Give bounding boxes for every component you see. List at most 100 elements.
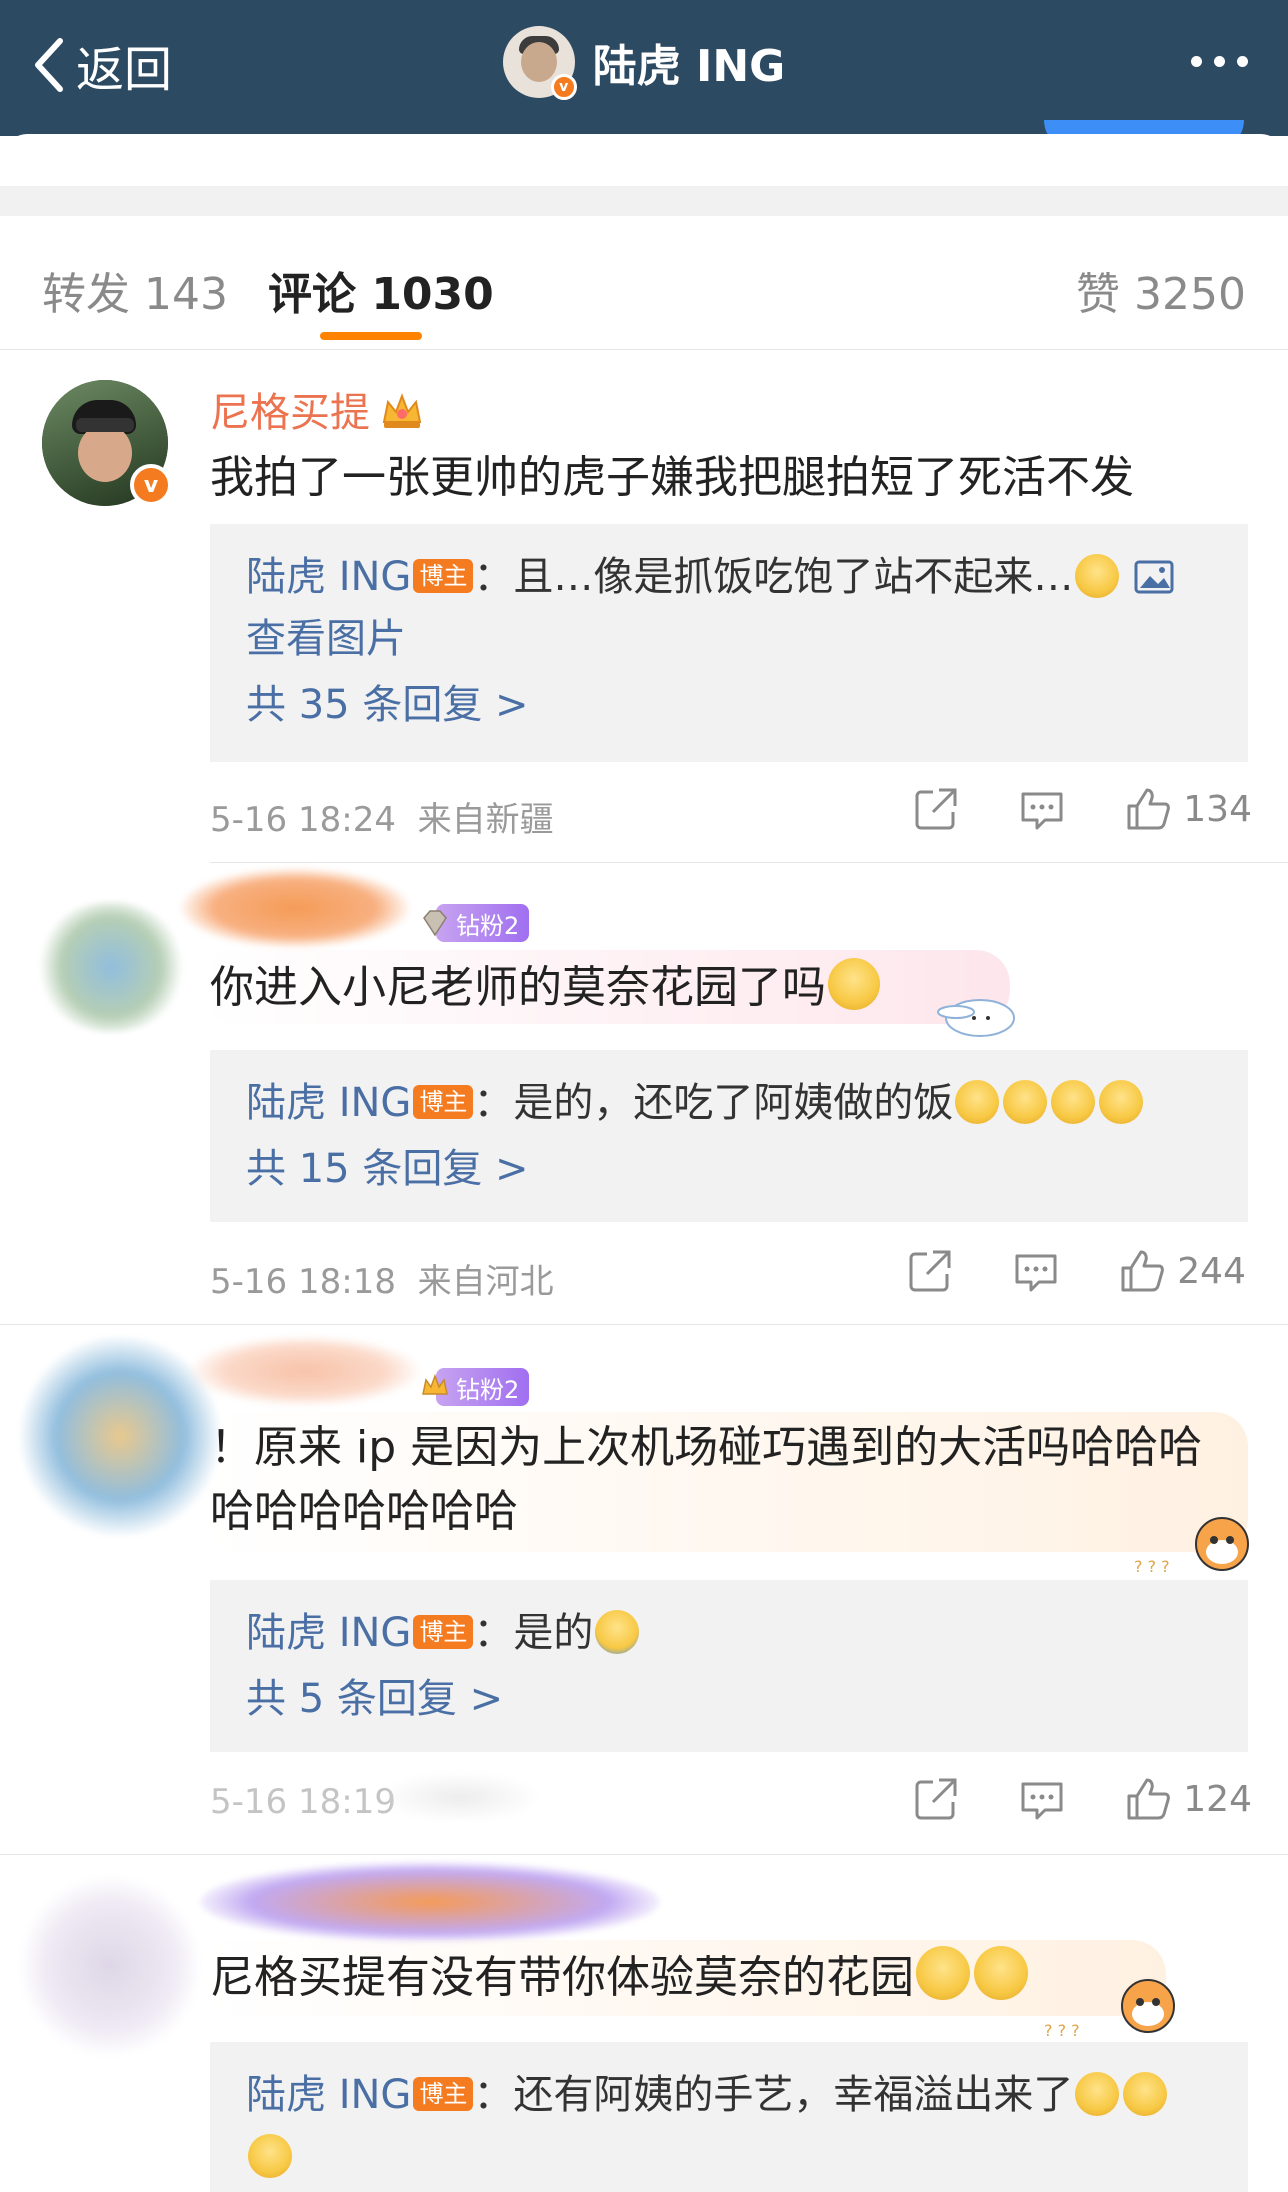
dizzy-emoji-icon bbox=[1051, 1080, 1096, 1124]
blogger-badge: 博主 bbox=[413, 1615, 474, 1649]
divider bbox=[210, 862, 1288, 863]
dizzy-emoji-icon bbox=[1003, 1080, 1048, 1124]
sunflower-emoji-icon bbox=[248, 2134, 292, 2178]
divider bbox=[0, 1324, 1288, 1325]
comment-text: 你进入小尼老师的莫奈花园了吗 bbox=[210, 956, 882, 1020]
verified-icon: v bbox=[550, 74, 577, 100]
comment-text: 尼格买提有没有带你体验莫奈的花园 bbox=[210, 1946, 1030, 2010]
share-button[interactable] bbox=[913, 1776, 959, 1822]
dizzy-emoji-icon bbox=[1075, 554, 1120, 598]
verified-icon: v bbox=[130, 464, 172, 506]
reply-author[interactable]: 陆虎 ING bbox=[246, 2072, 411, 2118]
thumbs-up-icon bbox=[1121, 1250, 1165, 1292]
svg-text:? ? ?: ? ? ? bbox=[1134, 1557, 1170, 1576]
redacted-nickname bbox=[180, 868, 410, 948]
like-button[interactable]: 124 bbox=[1125, 1776, 1252, 1822]
blogger-badge: 博主 bbox=[413, 2077, 474, 2111]
comment-meta: 5-16 18:19 bbox=[210, 1782, 396, 1822]
comment-location: 来自新疆 bbox=[417, 800, 554, 840]
dizzy-emoji-icon bbox=[955, 1080, 1000, 1124]
fan-level-badge: 钻粉2 bbox=[423, 904, 530, 942]
blogger-badge: 博主 bbox=[413, 559, 474, 593]
sunflower-emoji-icon bbox=[1123, 2072, 1168, 2116]
tiger-sticker-icon: ? ? ? bbox=[1044, 1979, 1175, 2040]
share-button[interactable] bbox=[907, 1248, 953, 1294]
reply-text: ：还有阿姨的手艺，幸福溢出来了 bbox=[473, 2072, 1074, 2118]
like-button[interactable]: 134 bbox=[1125, 786, 1252, 832]
eating-emoji-icon bbox=[974, 1946, 1028, 2000]
share-icon bbox=[915, 1778, 957, 1820]
more-options-button[interactable] bbox=[1191, 56, 1248, 67]
redacted-location bbox=[380, 1772, 540, 1822]
comment-actions: 134 bbox=[853, 786, 1252, 832]
gem-icon bbox=[423, 910, 447, 937]
tab-repost[interactable]: 转发 143 bbox=[42, 258, 228, 322]
comment-time: 5-16 18:24 bbox=[210, 800, 396, 840]
avatar[interactable] bbox=[36, 902, 186, 1032]
share-icon bbox=[915, 788, 957, 830]
tab-comment[interactable]: 评论 1030 bbox=[268, 258, 494, 322]
eating-emoji-icon bbox=[916, 1946, 970, 2000]
tiger-sticker-icon: ? ? ? bbox=[1134, 1517, 1249, 1576]
like-button[interactable]: 244 bbox=[1119, 1248, 1246, 1294]
crown-icon bbox=[422, 1373, 448, 1395]
surprised-emoji-icon bbox=[828, 958, 880, 1010]
comment-nickname[interactable]: 尼格买提 bbox=[210, 380, 424, 438]
comment-time: 5-16 18:18 bbox=[210, 1262, 396, 1302]
more-replies-link[interactable]: 共 15 条回复 > bbox=[246, 1134, 1212, 1204]
thumbs-up-icon bbox=[1127, 1778, 1171, 1820]
avatar[interactable]: v bbox=[42, 380, 172, 506]
reply-author[interactable]: 陆虎 ING bbox=[246, 1610, 411, 1656]
svg-text:? ? ?: ? ? ? bbox=[1044, 2021, 1080, 2040]
interaction-tabs: 转发 143 评论 1030 赞 3250 bbox=[0, 216, 1288, 350]
share-icon bbox=[909, 1250, 951, 1292]
image-icon bbox=[1134, 560, 1174, 594]
comment-icon bbox=[1021, 1782, 1063, 1820]
comment-meta: 5-16 18:18 来自河北 bbox=[210, 1254, 554, 1303]
comment-location: 来自河北 bbox=[417, 1262, 554, 1302]
post-card-bottom bbox=[0, 134, 1288, 184]
more-replies-link[interactable]: 共 5 条回复 > bbox=[246, 1664, 1212, 1734]
like-count: 244 bbox=[1177, 1250, 1246, 1292]
reply-text: ：是的，还吃了阿姨做的饭 bbox=[473, 1080, 954, 1126]
comment-time: 5-16 18:19 bbox=[210, 1782, 396, 1822]
cinnamoroll-sticker-icon bbox=[937, 999, 1015, 1037]
reply-author[interactable]: 陆虎 ING bbox=[246, 554, 411, 600]
dizzy-emoji-icon bbox=[1099, 1080, 1144, 1124]
blogger-badge: 博主 bbox=[413, 1085, 474, 1119]
tab-like[interactable]: 赞 3250 bbox=[1076, 258, 1246, 322]
reply-button[interactable] bbox=[1019, 786, 1065, 832]
comment-text: ！原来 ip 是因为上次机场碰巧遇到的大活吗哈哈哈 哈哈哈哈哈哈哈 bbox=[210, 1422, 1203, 1537]
like-count: 134 bbox=[1183, 788, 1252, 830]
avatar[interactable] bbox=[20, 1876, 200, 2056]
laugh-cry-emoji-icon bbox=[595, 1610, 640, 1654]
reply-author[interactable]: 陆虎 ING bbox=[246, 1080, 411, 1126]
more-replies-link[interactable]: 共 35 条回复 > bbox=[246, 670, 1212, 740]
section-divider bbox=[0, 186, 1288, 216]
reply-preview[interactable]: 陆虎 ING 博主 ：还有阿姨的手艺，幸福溢出来了 bbox=[210, 2042, 1248, 2192]
active-tab-indicator bbox=[320, 332, 422, 340]
view-image-link[interactable]: 查看图片 bbox=[246, 608, 1212, 670]
reply-button[interactable] bbox=[1013, 1248, 1059, 1294]
redacted-nickname bbox=[200, 1862, 660, 1942]
comment-icon bbox=[1015, 1254, 1057, 1292]
reply-button[interactable] bbox=[1019, 1776, 1065, 1822]
reply-preview[interactable]: 陆虎 ING 博主 ：且…像是抓饭吃饱了站不起来… 查看图片 共 35 条回复 > bbox=[210, 524, 1248, 762]
comment-icon bbox=[1021, 792, 1063, 830]
page-title: 陆虎 ING bbox=[592, 41, 786, 92]
share-button[interactable] bbox=[913, 786, 959, 832]
thumbs-up-icon bbox=[1127, 788, 1171, 830]
comment-actions: 124 bbox=[853, 1776, 1252, 1822]
header-avatar[interactable]: v bbox=[502, 26, 577, 100]
comment-actions: 244 bbox=[847, 1248, 1246, 1294]
reply-preview[interactable]: 陆虎 ING 博主 ：是的 共 5 条回复 > bbox=[210, 1580, 1248, 1752]
redacted-nickname bbox=[190, 1336, 420, 1406]
divider bbox=[0, 1854, 1288, 1855]
crown-icon bbox=[382, 393, 422, 428]
comment-text: 我拍了一张更帅的虎子嫌我把腿拍短了死活不发 bbox=[210, 452, 1134, 503]
reply-preview[interactable]: 陆虎 ING 博主 ：是的，还吃了阿姨做的饭 共 15 条回复 > bbox=[210, 1050, 1248, 1222]
reply-text: ：是的 bbox=[473, 1610, 594, 1656]
reply-text: ：且…像是抓饭吃饱了站不起来… bbox=[473, 554, 1074, 600]
comment-meta: 5-16 18:24 来自新疆 bbox=[210, 792, 554, 841]
top-bar: 返回 v 陆虎 ING bbox=[0, 0, 1288, 136]
